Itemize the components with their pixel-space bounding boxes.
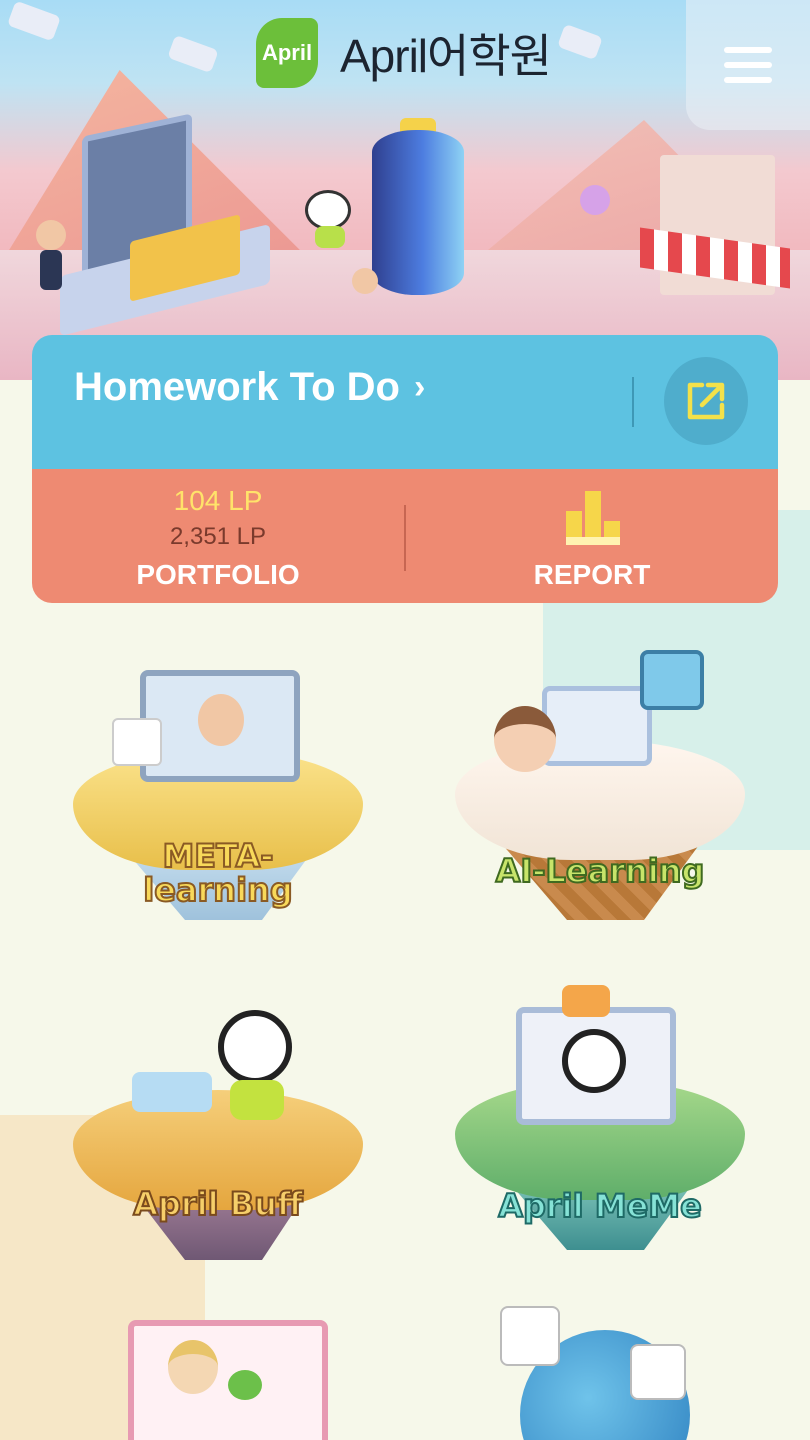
logo-title: April어학원 (340, 30, 552, 82)
portfolio-label: PORTFOLIO (136, 559, 300, 590)
character-figure (352, 268, 378, 294)
bar-chart-icon (566, 491, 620, 545)
student-avatar-illustration (168, 1340, 218, 1394)
report-button[interactable]: REPORT (406, 469, 778, 603)
stats-bar: 104 LP 2,351 LP PORTFOLIO REPORT (32, 469, 778, 603)
divider (632, 377, 634, 427)
app-logo: April April어학원 (256, 18, 552, 88)
character-figure (36, 220, 66, 250)
student-avatar-card (630, 1344, 686, 1400)
mascot-figure (305, 190, 351, 230)
tile-label: AI-Learning (495, 852, 706, 890)
tile-meta-learning[interactable]: META-learning (68, 660, 368, 940)
homework-link[interactable]: Homework To Do › (74, 365, 425, 410)
screen-illustration (542, 686, 652, 766)
menu-button[interactable] (686, 0, 810, 130)
report-label: REPORT (533, 559, 651, 590)
tile-april-meme[interactable]: April MeMe (450, 985, 750, 1265)
portfolio-button[interactable]: 104 LP 2,351 LP PORTFOLIO (32, 469, 404, 603)
lp-current: 104 LP (173, 485, 263, 516)
tile-ai-learning[interactable]: AI-Learning (450, 650, 750, 930)
hamburger-menu-icon (724, 47, 772, 83)
tile-label: META-learning (142, 837, 293, 909)
tile-partial-globe[interactable] (450, 1300, 750, 1440)
mascot-figure (562, 1029, 626, 1093)
teacher-avatar-illustration (198, 694, 244, 746)
open-homework-button[interactable] (664, 357, 748, 445)
mascot-figure (218, 1010, 292, 1084)
homework-card: Homework To Do › 104 LP 2,351 LP PORTFOL… (32, 335, 778, 603)
tile-label: April MeMe (497, 1187, 703, 1225)
tablet-illustration (132, 1072, 212, 1112)
robot-illustration (640, 650, 704, 710)
character-figure (580, 185, 610, 215)
logo-badge: April (256, 18, 318, 88)
student-avatar-illustration (112, 718, 162, 766)
homework-title: Homework To Do (74, 365, 400, 409)
tile-partial-book[interactable] (68, 1310, 368, 1440)
homework-header[interactable]: Homework To Do › (32, 335, 778, 469)
tile-april-buff[interactable]: April Buff (68, 1000, 368, 1280)
external-link-icon (687, 382, 725, 420)
frog-illustration (228, 1370, 262, 1400)
cloud-block (167, 34, 219, 74)
character-figure (40, 250, 62, 290)
tile-label: April Buff (132, 1185, 304, 1223)
student-avatar-illustration (494, 706, 556, 772)
cloud-block (7, 0, 61, 42)
cloud-block (557, 23, 603, 61)
battery-illustration (372, 130, 464, 295)
lp-total: 2,351 LP (169, 523, 267, 550)
chat-bubble-icon (562, 985, 610, 1017)
chevron-right-icon: › (413, 368, 426, 406)
mascot-figure (315, 226, 345, 248)
student-avatar-card (500, 1306, 560, 1366)
mascot-figure (230, 1080, 284, 1120)
